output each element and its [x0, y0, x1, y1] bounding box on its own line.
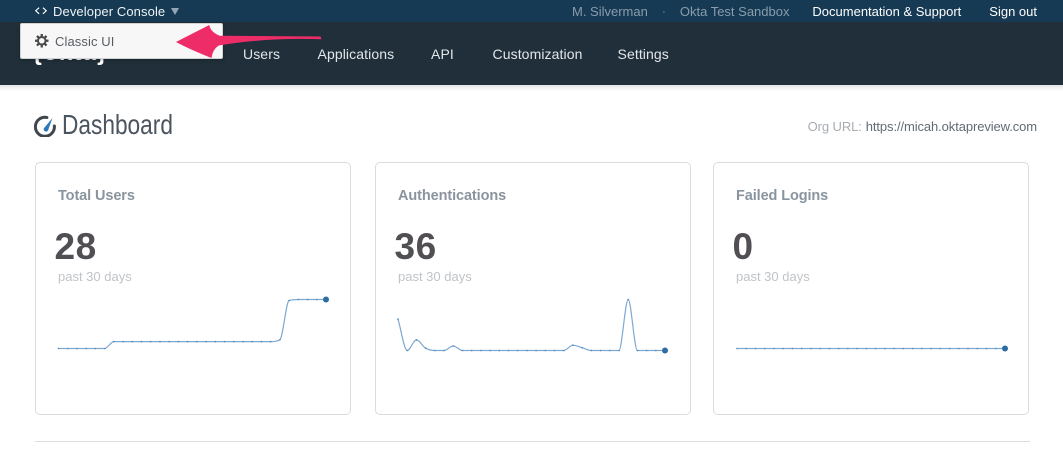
nav-item-api[interactable]: API [431, 22, 454, 85]
gauge-icon [34, 114, 57, 137]
sparkline-total-users [57, 291, 331, 355]
app-switcher-label: Developer Console [53, 4, 165, 19]
org-url-label: Org URL: [808, 119, 862, 134]
top-bar: Developer Console M. Silverman · Okta Te… [0, 0, 1063, 22]
org-name: Okta Test Sandbox [680, 4, 790, 19]
sparkline-authentications [397, 291, 671, 355]
card-total-users: Total Users 28 past 30 days [35, 162, 351, 415]
card-title: Total Users [58, 188, 135, 204]
card-subtitle: past 30 days [736, 269, 810, 284]
code-icon [34, 7, 48, 15]
card-subtitle: past 30 days [58, 269, 132, 284]
card-failed-logins: Failed Logins 0 past 30 days [713, 162, 1029, 415]
page-title: Dashboard [62, 109, 173, 141]
bottom-divider [35, 441, 1030, 442]
card-title: Authentications [398, 188, 506, 204]
annotation-arrow [160, 20, 335, 62]
caret-down-icon [171, 8, 179, 15]
app-switcher[interactable]: Developer Console [34, 0, 179, 22]
dropdown-item-classic-ui[interactable]: Classic UI [35, 24, 115, 58]
card-value: 28 [55, 228, 97, 265]
sign-out-link[interactable]: Sign out [989, 4, 1037, 19]
card-value: 36 [395, 228, 437, 265]
gear-icon [35, 34, 49, 48]
arrow-path [176, 25, 322, 58]
org-url-value: https://micah.oktapreview.com [866, 119, 1037, 134]
dropdown-item-label: Classic UI [55, 34, 115, 49]
documentation-support-link[interactable]: Documentation & Support [812, 4, 961, 19]
card-authentications: Authentications 36 past 30 days [375, 162, 691, 415]
org-url: Org URL: https://micah.oktapreview.com [808, 119, 1037, 134]
sparkline-failed-logins [735, 291, 1009, 355]
user-name: M. Silverman [572, 4, 648, 19]
card-value: 0 [733, 228, 754, 265]
user-org-info: M. Silverman · Okta Test Sandbox [572, 0, 789, 22]
nav-item-settings[interactable]: Settings [618, 22, 669, 85]
nav-shadow [0, 85, 1063, 91]
separator-dot: · [662, 4, 666, 18]
nav-item-customization[interactable]: Customization [493, 22, 583, 85]
topbar-links: Documentation & Support Sign out [812, 0, 1037, 22]
card-title: Failed Logins [736, 188, 828, 204]
card-subtitle: past 30 days [398, 269, 472, 284]
